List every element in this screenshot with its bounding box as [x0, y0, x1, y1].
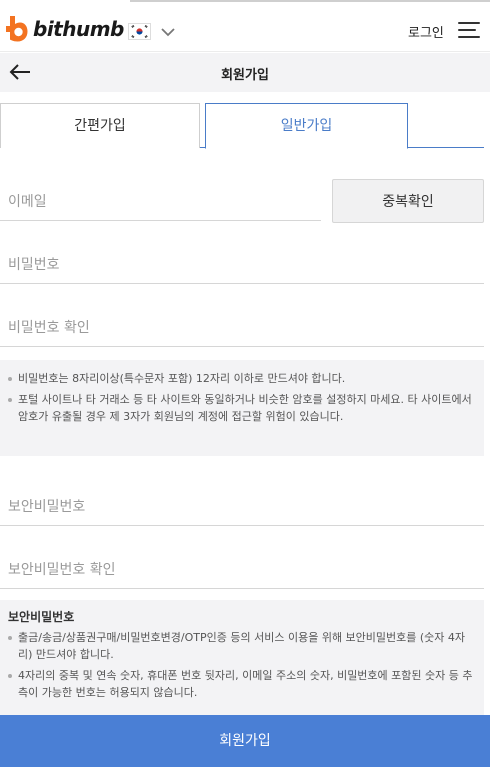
- tab-general-signup[interactable]: 일반가입: [205, 103, 408, 149]
- password-confirm-field[interactable]: 비밀번호 확인: [0, 305, 484, 347]
- notice-item: 4자리의 중복 및 연속 숫자, 휴대폰 번호 뒷자리, 이메일 주소의 숫자,…: [8, 667, 476, 701]
- signup-submit-button[interactable]: 회원가입: [0, 715, 490, 767]
- notice-item: 비밀번호는 8자리이상(특수문자 포함) 12자리 이하로 만드셔야 합니다.: [8, 370, 476, 387]
- notice-item: 포털 사이트나 타 거래소 등 타 사이트와 동일하거나 비슷한 암호를 설정하…: [8, 391, 476, 425]
- hamburger-menu-icon[interactable]: [458, 22, 480, 40]
- korea-flag-icon[interactable]: [128, 23, 151, 40]
- email-field[interactable]: 이메일: [0, 179, 321, 221]
- duplicate-check-button[interactable]: 중복확인: [332, 179, 484, 223]
- logo-text: bithumb: [33, 17, 124, 41]
- page-title-bar: 회원가입: [0, 53, 490, 92]
- password-placeholder: 비밀번호: [8, 257, 60, 273]
- password-field[interactable]: 비밀번호: [0, 242, 484, 284]
- password-notice: 비밀번호는 8자리이상(특수문자 포함) 12자리 이하로 만드셔야 합니다. …: [0, 360, 484, 456]
- notice-item: 출금/송금/상품권구매/비밀번호변경/OTP인증 등의 서비스 이용을 위해 보…: [8, 629, 476, 663]
- site-header: bithumb 로그인: [0, 4, 490, 52]
- security-password-field[interactable]: 보안비밀번호: [0, 484, 484, 526]
- security-password-confirm-placeholder: 보안비밀번호 확인: [8, 562, 116, 578]
- security-password-confirm-field[interactable]: 보안비밀번호 확인: [0, 547, 484, 589]
- bithumb-logo[interactable]: bithumb: [6, 16, 124, 42]
- bithumb-logo-icon: [6, 16, 28, 42]
- tab-simple-signup[interactable]: 간편가입: [0, 103, 200, 148]
- email-placeholder: 이메일: [8, 194, 47, 210]
- page-title: 회원가입: [221, 68, 269, 83]
- chevron-down-icon[interactable]: [160, 26, 176, 38]
- security-password-notice: 보안비밀번호 출금/송금/상품권구매/비밀번호변경/OTP인증 등의 서비스 이…: [0, 600, 484, 715]
- signup-tabs: 간편가입 일반가입: [0, 103, 490, 149]
- login-link[interactable]: 로그인: [408, 22, 444, 41]
- security-password-placeholder: 보안비밀번호: [8, 499, 86, 515]
- security-notice-heading: 보안비밀번호: [8, 610, 75, 624]
- password-confirm-placeholder: 비밀번호 확인: [8, 320, 90, 336]
